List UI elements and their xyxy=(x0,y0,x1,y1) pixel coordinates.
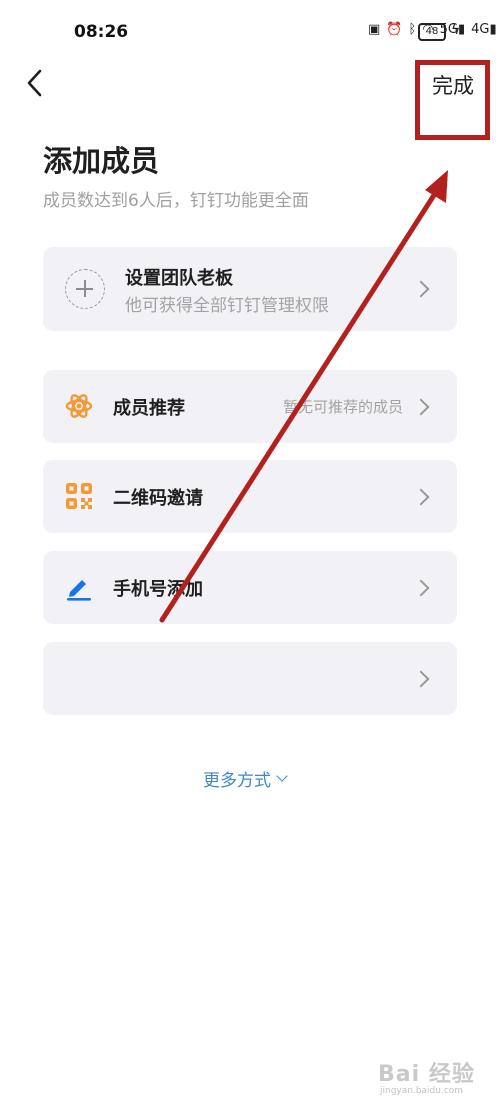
charging-icon: ϟ xyxy=(451,22,461,38)
status-time: 08:26 xyxy=(74,22,129,42)
status-bar: 08:26 ▣ ⏰ ᛒ ◠ 5G▮ 4G▮ 48 ϟ xyxy=(0,0,500,60)
back-arrow-icon xyxy=(27,69,42,97)
set-team-boss-card[interactable]: 设置团队老板 他可获得全部钉钉管理权限 xyxy=(43,247,457,331)
row-label: 手机号添加 xyxy=(113,579,203,600)
alarm-icon: ⏰ xyxy=(386,22,403,37)
member-recommend-item[interactable]: 成员推荐 暂无可推荐的成员 xyxy=(43,370,457,443)
boss-card-description: 他可获得全部钉钉管理权限 xyxy=(125,296,329,316)
done-button[interactable]: 完成 xyxy=(432,70,474,100)
add-circle-icon xyxy=(65,269,105,309)
more-ways-label: 更多方式 xyxy=(203,771,271,791)
nfc-icon: ▣ xyxy=(368,22,381,37)
chevron-right-icon xyxy=(412,398,430,415)
row-hint: 暂无可推荐的成员 xyxy=(282,398,403,416)
row-label: 二维码邀请 xyxy=(113,488,203,509)
qr-code-icon xyxy=(66,483,92,509)
empty-option-item[interactable] xyxy=(43,642,457,715)
qr-invite-item[interactable]: 二维码邀请 xyxy=(43,460,457,533)
watermark-logo: Bai 经验 xyxy=(378,1062,475,1087)
page-title: 添加成员 xyxy=(43,144,160,178)
chevron-right-icon xyxy=(412,670,430,687)
more-ways-button[interactable]: 更多方式 xyxy=(203,766,288,791)
chevron-right-icon xyxy=(412,579,430,596)
pen-icon xyxy=(67,580,91,601)
boss-card-title: 设置团队老板 xyxy=(125,268,233,289)
phone-add-item[interactable]: 手机号添加 xyxy=(43,551,457,624)
battery-icon: 48 xyxy=(418,23,446,41)
chevron-down-icon xyxy=(276,770,288,782)
chevron-right-icon xyxy=(412,488,430,505)
chevron-right-icon xyxy=(412,280,430,298)
watermark-url: jingyan.baidu.com xyxy=(380,1086,464,1096)
back-button[interactable] xyxy=(22,66,52,100)
page-subtitle: 成员数达到6人后，钉钉功能更全面 xyxy=(43,191,309,211)
bluetooth-icon: ᛒ xyxy=(408,22,417,37)
signal-4g-icon: 4G▮ xyxy=(471,22,497,37)
row-label: 成员推荐 xyxy=(113,398,185,419)
atom-recommend-icon xyxy=(65,394,93,418)
